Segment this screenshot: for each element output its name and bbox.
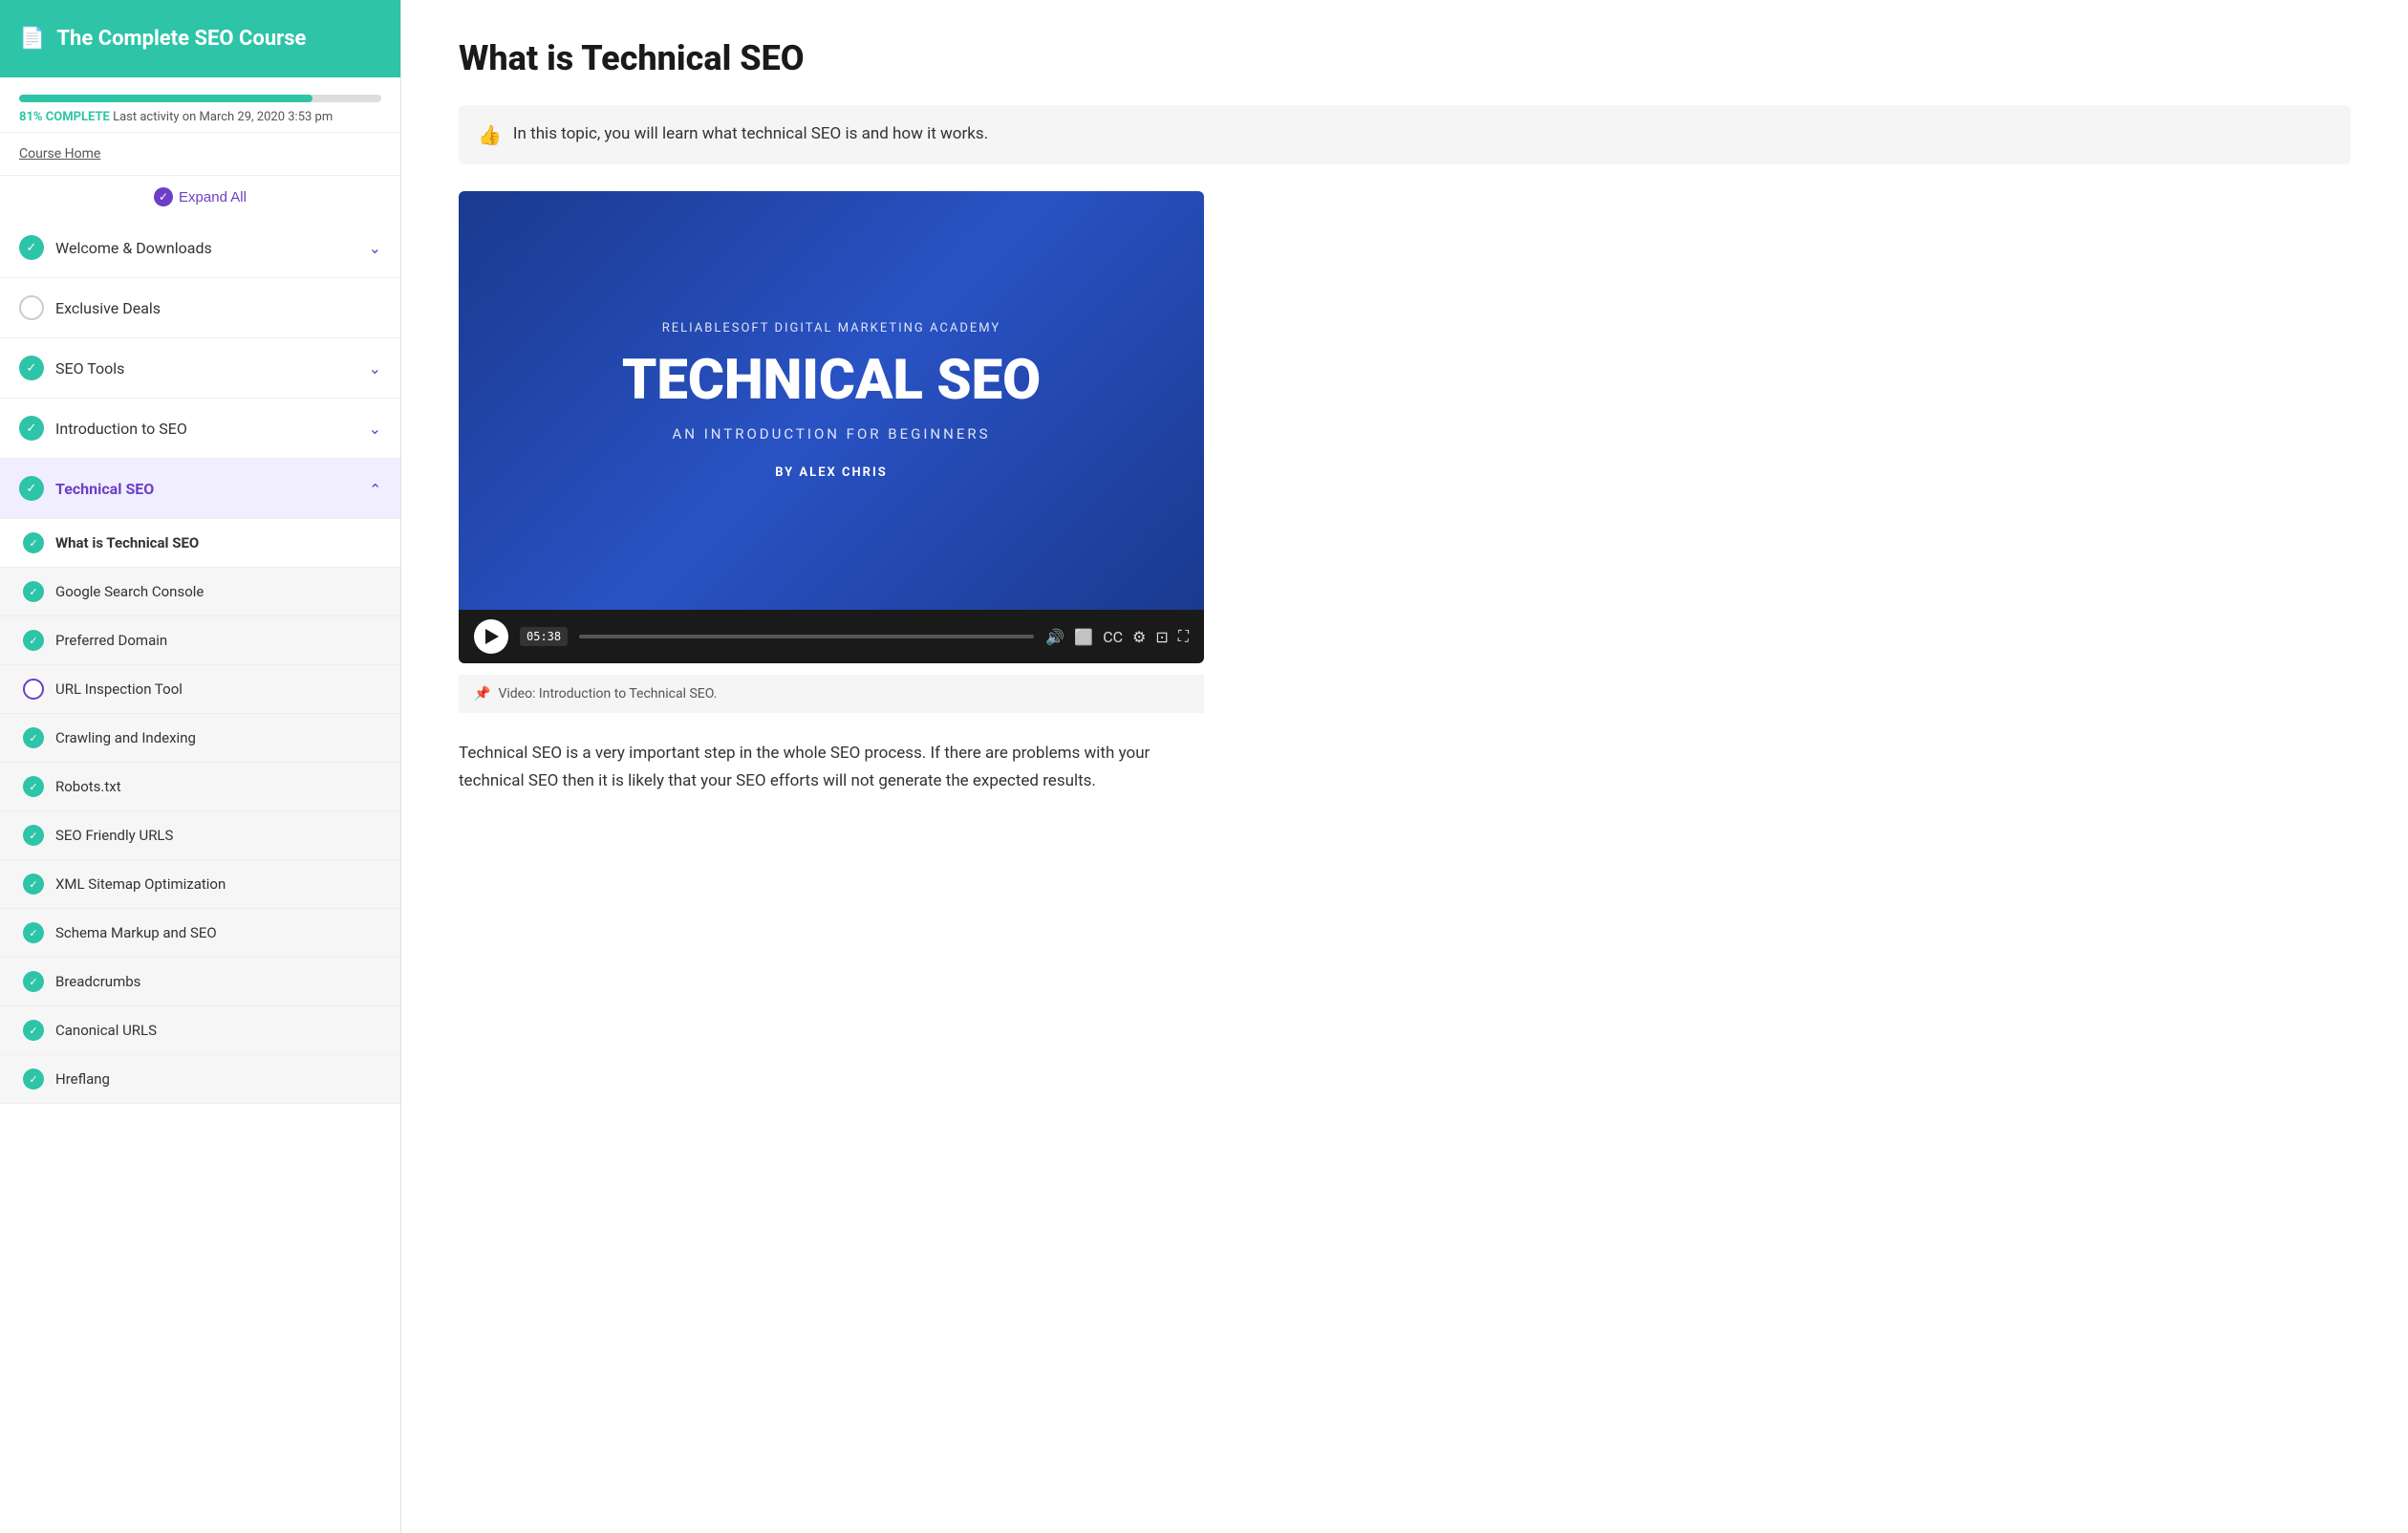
video-progress-track[interactable] (579, 635, 1034, 638)
pin-icon: 📌 (474, 686, 490, 702)
info-box: 👍 In this topic, you will learn what tec… (459, 105, 2351, 164)
course-title: The Complete SEO Course (56, 27, 306, 51)
lesson-title-robots: Robots.txt (55, 778, 121, 795)
video-icons: 🔊 ⬜ CC ⚙ ⊡ ⛶ (1045, 627, 1189, 646)
video-author-name: ALEX CHRIS (799, 465, 887, 480)
progress-section: 81% COMPLETE Last activity on March 29, … (0, 77, 400, 133)
lesson-check-gsc: ✓ (23, 581, 44, 602)
video-container: RELIABLESOFT DIGITAL MARKETING ACADEMY T… (459, 191, 1204, 664)
lesson-canonical[interactable]: ✓ Canonical URLS (0, 1006, 400, 1055)
section-exclusive[interactable]: Exclusive Deals (0, 278, 400, 338)
expand-all-label: Expand All (179, 189, 247, 205)
lesson-hreflang[interactable]: ✓ Hreflang (0, 1055, 400, 1103)
last-activity: Last activity on March 29, 2020 3:53 pm (113, 110, 333, 124)
section-title-welcome: Welcome & Downloads (55, 239, 357, 257)
lesson-check-hreflang: ✓ (23, 1069, 44, 1090)
video-author: BY ALEX CHRIS (775, 465, 888, 480)
lesson-check-xml-sitemap: ✓ (23, 874, 44, 895)
lesson-title-xml-sitemap: XML Sitemap Optimization (55, 875, 226, 893)
section-seo-tools[interactable]: ✓ SEO Tools ⌄ (0, 338, 400, 399)
video-caption: 📌 Video: Introduction to Technical SEO. (459, 675, 1204, 713)
video-time: 05:38 (520, 627, 568, 646)
lesson-title-hreflang: Hreflang (55, 1070, 110, 1088)
lesson-check-what-is: ✓ (23, 532, 44, 553)
lesson-title-breadcrumbs: Breadcrumbs (55, 973, 140, 990)
lesson-gsc[interactable]: ✓ Google Search Console (0, 568, 400, 616)
settings-icon[interactable]: ⚙ (1132, 628, 1146, 646)
expand-all-icon: ✓ (154, 187, 173, 206)
subtitle-icon[interactable]: CC (1103, 628, 1123, 646)
lesson-crawling[interactable]: ✓ Crawling and Indexing (0, 714, 400, 763)
lesson-xml-sitemap[interactable]: ✓ XML Sitemap Optimization (0, 860, 400, 909)
section-title-exclusive: Exclusive Deals (55, 299, 381, 317)
lesson-check-schema: ✓ (23, 922, 44, 943)
volume-icon[interactable]: 🔊 (1045, 628, 1064, 646)
section-title-intro-seo: Introduction to SEO (55, 420, 357, 438)
lesson-title-gsc: Google Search Console (55, 583, 204, 600)
section-title-technical-seo: Technical SEO (55, 480, 357, 498)
lesson-preferred-domain[interactable]: ✓ Preferred Domain (0, 616, 400, 665)
lesson-title-crawling: Crawling and Indexing (55, 729, 196, 746)
chevron-up-icon-technical-seo: ⌄ (369, 480, 381, 498)
chevron-down-icon-welcome: ⌄ (369, 239, 381, 257)
fullscreen-icon[interactable]: ⛶ (1178, 627, 1189, 646)
section-check-exclusive (19, 295, 44, 320)
section-check-seo-tools: ✓ (19, 356, 44, 380)
lesson-title-seo-friendly: SEO Friendly URLS (55, 827, 173, 844)
section-intro-seo[interactable]: ✓ Introduction to SEO ⌄ (0, 399, 400, 459)
lesson-title-schema: Schema Markup and SEO (55, 924, 217, 941)
lesson-seo-friendly[interactable]: ✓ SEO Friendly URLS (0, 811, 400, 860)
progress-bar-track (19, 95, 381, 102)
lesson-check-robots: ✓ (23, 776, 44, 797)
video-caption-text: Video: Introduction to Technical SEO. (498, 686, 717, 702)
progress-bar-fill (19, 95, 312, 102)
lesson-robots[interactable]: ✓ Robots.txt (0, 763, 400, 811)
sidebar-header: 📄 The Complete SEO Course (0, 0, 400, 77)
section-title-seo-tools: SEO Tools (55, 359, 357, 378)
lesson-check-breadcrumbs: ✓ (23, 971, 44, 992)
video-academy-text: RELIABLESOFT DIGITAL MARKETING ACADEMY (662, 321, 1000, 335)
lesson-list-technical-seo: ✓ What is Technical SEO ✓ Google Search … (0, 519, 400, 1104)
lesson-title-canonical: Canonical URLS (55, 1022, 157, 1039)
video-controls: 05:38 🔊 ⬜ CC ⚙ ⊡ ⛶ (459, 610, 1204, 663)
video-thumbnail: RELIABLESOFT DIGITAL MARKETING ACADEMY T… (459, 191, 1204, 611)
lesson-check-canonical: ✓ (23, 1020, 44, 1041)
progress-percent: 81% COMPLETE (19, 110, 110, 124)
lesson-check-seo-friendly: ✓ (23, 825, 44, 846)
lesson-breadcrumbs[interactable]: ✓ Breadcrumbs (0, 958, 400, 1006)
course-icon: 📄 (19, 27, 45, 51)
miniplayer-icon[interactable]: ⊡ (1155, 628, 1168, 646)
course-home-link[interactable]: Course Home (0, 133, 400, 176)
play-button[interactable] (474, 619, 508, 654)
lesson-check-url-inspection (23, 679, 44, 700)
lesson-check-preferred-domain: ✓ (23, 630, 44, 651)
main-content: What is Technical SEO 👍 In this topic, y… (401, 0, 2408, 1533)
section-check-intro-seo: ✓ (19, 416, 44, 441)
section-technical-seo[interactable]: ✓ Technical SEO ⌄ (0, 459, 400, 519)
lesson-schema[interactable]: ✓ Schema Markup and SEO (0, 909, 400, 958)
chevron-down-icon-seo-tools: ⌄ (369, 359, 381, 378)
progress-text: 81% COMPLETE Last activity on March 29, … (19, 110, 381, 124)
lesson-check-crawling: ✓ (23, 727, 44, 748)
section-check-welcome: ✓ (19, 235, 44, 260)
page-title: What is Technical SEO (459, 38, 2351, 78)
body-text: Technical SEO is a very important step i… (459, 740, 1204, 795)
lesson-url-inspection[interactable]: URL Inspection Tool (0, 665, 400, 714)
lesson-what-is-technical-seo[interactable]: ✓ What is Technical SEO (0, 519, 400, 568)
video-main-title: TECHNICAL SEO (622, 351, 1041, 412)
section-check-technical-seo: ✓ (19, 476, 44, 501)
lesson-title-preferred-domain: Preferred Domain (55, 632, 167, 649)
play-icon (485, 629, 499, 644)
sidebar: 📄 The Complete SEO Course 81% COMPLETE L… (0, 0, 401, 1533)
lesson-title-url-inspection: URL Inspection Tool (55, 680, 183, 698)
expand-all-button[interactable]: ✓ Expand All (0, 176, 400, 218)
cast-icon[interactable]: ⬜ (1074, 628, 1093, 646)
thumbs-up-icon: 👍 (478, 123, 502, 146)
section-welcome[interactable]: ✓ Welcome & Downloads ⌄ (0, 218, 400, 278)
lesson-title-what-is: What is Technical SEO (55, 534, 199, 551)
video-subtitle: AN INTRODUCTION FOR BEGINNERS (673, 425, 991, 443)
video-author-prefix: BY (775, 465, 794, 480)
info-box-text: In this topic, you will learn what techn… (513, 122, 988, 147)
chevron-down-icon-intro-seo: ⌄ (369, 420, 381, 438)
